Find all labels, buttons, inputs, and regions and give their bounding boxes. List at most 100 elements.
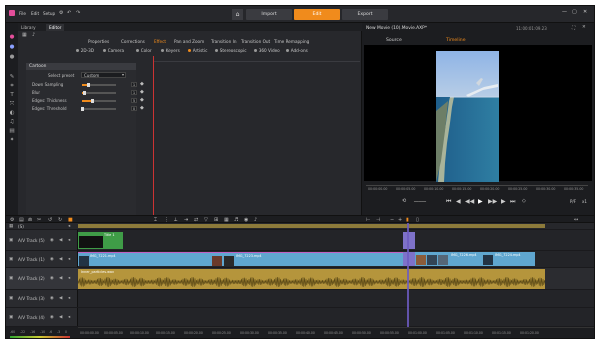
track-lane[interactable]: IMG_7221.mp4 IMG_7223.mp4 IMG_7226.mp4 I… xyxy=(78,251,594,268)
category-artistic[interactable]: Artistic xyxy=(188,48,207,53)
grid-icon[interactable]: ▦ xyxy=(22,32,27,38)
step-forward-icon[interactable]: ▶ xyxy=(501,198,506,205)
track-lane[interactable] xyxy=(78,223,594,230)
keyframe-ruler[interactable] xyxy=(154,56,360,62)
eye-icon[interactable]: ◉ xyxy=(50,257,54,262)
close-panel-icon[interactable]: ✕ xyxy=(582,25,586,30)
monitor-icon[interactable]: ▣ xyxy=(9,276,13,281)
tab-source[interactable]: Source xyxy=(386,38,402,43)
minimize-icon[interactable]: — xyxy=(562,9,567,15)
menu-setup[interactable]: Setup xyxy=(43,11,55,16)
transform-icon[interactable]: ⤧ xyxy=(8,101,16,108)
collapse-icon[interactable]: ◂ xyxy=(68,224,70,229)
video-clip[interactable]: IMG_7221.mp4 IMG_7223.mp4 xyxy=(78,252,403,266)
tab-transition-in[interactable]: Transition In xyxy=(211,39,236,44)
speaker-icon[interactable]: ◀ xyxy=(59,276,62,281)
slider-knob[interactable] xyxy=(90,98,94,103)
track-lane[interactable]: Inner_particles.wav xyxy=(78,268,594,290)
maximize-icon[interactable]: ▢ xyxy=(572,9,577,15)
param-value[interactable]: 5 xyxy=(131,98,137,103)
tab-pan-zoom[interactable]: Pan and Zoom xyxy=(174,39,204,44)
track-lane[interactable]: Title 1 xyxy=(78,230,594,251)
chevron-down-icon[interactable]: ▾ xyxy=(122,72,124,77)
category-360-video[interactable]: 360 Video xyxy=(254,48,280,53)
collapse-icon[interactable]: ◂ xyxy=(68,238,70,243)
monitor-icon[interactable]: ▣ xyxy=(9,238,13,243)
loop-icon[interactable]: ⟲ xyxy=(402,198,406,204)
zoom-selector[interactable]: x1 xyxy=(582,199,587,204)
eye-icon[interactable]: ◉ xyxy=(50,296,54,301)
player-ruler[interactable]: 00:00:00.00 00:00:05.00 00:00:10.00 00:0… xyxy=(366,185,588,193)
tab-editor[interactable]: Editor xyxy=(46,24,65,31)
track-header[interactable]: ▦ (S) ◂ xyxy=(6,223,78,230)
redo-icon[interactable]: ↷ xyxy=(76,10,80,16)
slider-knob[interactable] xyxy=(83,90,87,95)
keyframe-icon[interactable]: ◆ xyxy=(140,97,144,103)
skip-end-icon[interactable]: ⏭ xyxy=(510,198,515,206)
tab-time-remapping[interactable]: Time Remapping xyxy=(274,39,309,44)
category-2d-3d[interactable]: 2D-3D xyxy=(76,48,94,53)
audio-clip[interactable]: Inner_particles.wav xyxy=(78,269,545,289)
collapse-icon[interactable]: ◂ xyxy=(68,315,70,320)
eye-icon[interactable]: ◉ xyxy=(50,315,54,320)
track-lane[interactable] xyxy=(78,308,594,327)
video-clip[interactable]: IMG_7226.mp4 IMG_7224.mp4 xyxy=(415,252,535,266)
eye-icon[interactable]: ◉ xyxy=(50,238,54,243)
menu-file[interactable]: File xyxy=(19,11,26,16)
edit-mode-button[interactable]: Edit xyxy=(294,9,340,20)
track-header[interactable]: ▣ A/V Track (3) ◉ ◀ ◂ xyxy=(6,290,78,308)
keyframe-icon[interactable]: ◆ xyxy=(140,89,144,95)
import-mode-button[interactable]: Import xyxy=(246,9,292,20)
range-bar[interactable] xyxy=(78,224,545,228)
param-value[interactable]: 0 xyxy=(131,106,137,111)
downsampling-slider[interactable] xyxy=(82,82,116,87)
track-header[interactable]: ▣ A/V Track (4) ◉ ◀ ◂ xyxy=(6,308,78,327)
keyframe-playhead[interactable] xyxy=(153,56,154,215)
volume-slider[interactable]: ━━━━━ xyxy=(414,199,426,204)
pencil-icon[interactable]: ✎ xyxy=(8,74,16,81)
quality-selector[interactable]: P/F xyxy=(570,199,576,204)
tab-transition-out[interactable]: Transition Out xyxy=(241,39,270,44)
category-keyers[interactable]: Keyers xyxy=(161,48,180,53)
collapse-icon[interactable]: ◂ xyxy=(68,296,70,301)
speaker-icon[interactable]: ◀ xyxy=(59,238,62,243)
home-button[interactable]: ⌂ xyxy=(232,9,243,20)
menu-edit[interactable]: Edit xyxy=(31,11,39,16)
close-icon[interactable]: ✕ xyxy=(583,9,587,15)
music-icon[interactable]: ♪ xyxy=(32,32,35,38)
category-add-ons[interactable]: Add-ons xyxy=(286,48,308,53)
audio-icon[interactable]: ♫ xyxy=(8,119,16,126)
preview-screen[interactable] xyxy=(364,45,592,182)
text-icon[interactable]: T xyxy=(8,92,16,99)
color-dot-icon[interactable]: ● xyxy=(8,34,16,41)
keyframe-icon[interactable]: ◆ xyxy=(140,81,144,87)
film-icon[interactable]: ▤ xyxy=(8,128,16,135)
preset-select[interactable]: Custom xyxy=(81,72,126,78)
export-mode-button[interactable]: Export xyxy=(342,9,388,20)
media-dot-icon[interactable]: ● xyxy=(8,54,16,61)
category-color[interactable]: Color xyxy=(136,48,152,53)
category-stereoscopic[interactable]: Stereoscopic xyxy=(215,48,247,53)
monitor-icon[interactable]: ▣ xyxy=(9,296,13,301)
track-lane[interactable] xyxy=(78,290,594,308)
param-value[interactable]: 1 xyxy=(131,90,137,95)
track-header[interactable]: ▣ A/V Track (5) ◉ ◀ ◂ xyxy=(6,230,78,251)
tab-effect[interactable]: Effect xyxy=(154,39,166,44)
speaker-icon[interactable]: ◀ xyxy=(59,257,62,262)
fullscreen-icon[interactable]: ⛶ xyxy=(572,25,575,31)
timeline-ruler[interactable]: 00:00:00.00 00:00:05.00 00:00:10.00 00:0… xyxy=(78,327,594,338)
play-icon[interactable]: ▶ xyxy=(478,198,483,205)
rewind-icon[interactable]: ◀◀ xyxy=(465,198,474,205)
monitor-icon[interactable]: ▣ xyxy=(9,315,13,320)
tab-corrections[interactable]: Corrections xyxy=(121,39,145,44)
eye-icon[interactable]: ◉ xyxy=(50,276,54,281)
keyframe-icon[interactable]: ◆ xyxy=(140,105,144,111)
collapse-icon[interactable]: ◂ xyxy=(68,257,70,262)
title-clip[interactable]: Title 1 xyxy=(78,232,123,249)
transition-clip[interactable] xyxy=(403,232,415,249)
blur-slider[interactable] xyxy=(82,90,116,95)
tab-library[interactable]: Library xyxy=(18,24,39,31)
category-camera[interactable]: Camera xyxy=(103,48,124,53)
track-header[interactable]: ▣ A/V Track (1) ◉ ◀ ◂ xyxy=(6,251,78,268)
timeline-playhead[interactable] xyxy=(407,223,409,327)
